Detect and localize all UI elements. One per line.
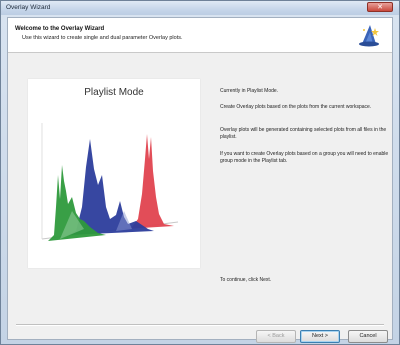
- title-bar[interactable]: Overlay Wizard ✕: [1, 1, 399, 15]
- playlist-mode-illustration: Playlist Mode: [28, 79, 200, 268]
- red-histogram-trace: [124, 134, 174, 229]
- overlay-wizard-window: Overlay Wizard ✕ Welcome to the Overlay …: [0, 0, 400, 345]
- info-create-based-on-workspace: Create Overlay plots based on the plots …: [220, 104, 372, 110]
- info-current-mode: Currently in Playlist Mode.: [220, 88, 279, 94]
- cancel-button[interactable]: Cancel: [348, 330, 388, 343]
- wizard-hat-icon: [359, 25, 379, 47]
- wizard-header: Welcome to the Overlay Wizard Use this w…: [8, 18, 392, 53]
- next-button[interactable]: Next >: [300, 330, 340, 343]
- window-title: Overlay Wizard: [6, 4, 51, 11]
- wizard-client-area: Welcome to the Overlay Wizard Use this w…: [7, 17, 393, 343]
- continue-instruction: To continue, click Next.: [220, 277, 272, 283]
- info-overlay-generation: Overlay plots will be generated containi…: [220, 127, 387, 140]
- header-subtitle: Use this wizard to create single and dua…: [22, 35, 183, 41]
- info-group-mode: If you want to create Overlay plots base…: [220, 151, 389, 164]
- footer-separator: [16, 324, 384, 326]
- close-button[interactable]: ✕: [367, 2, 393, 12]
- histogram-overlay-graphic: [41, 123, 179, 241]
- header-title: Welcome to the Overlay Wizard: [15, 26, 105, 32]
- back-button[interactable]: < Back: [256, 330, 296, 343]
